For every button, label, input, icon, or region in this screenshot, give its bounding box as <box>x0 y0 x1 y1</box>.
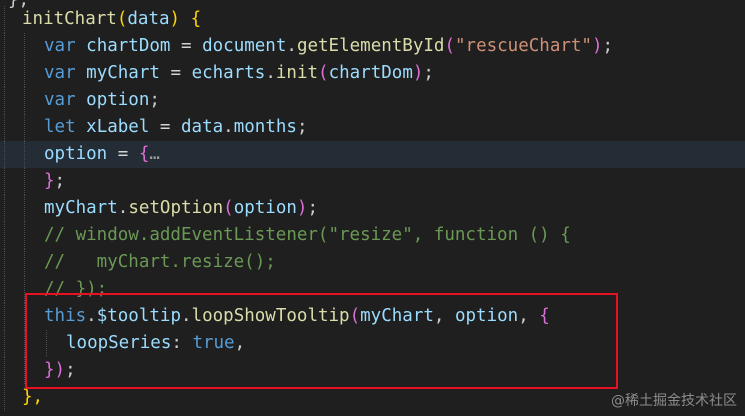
indent-guide <box>24 33 25 60</box>
code-line[interactable]: var chartDom = document.getElementById("… <box>0 33 745 60</box>
code-line-current[interactable]: option = {… <box>0 141 745 168</box>
code-line[interactable]: // }); <box>0 276 745 303</box>
indent-guide <box>4 141 5 168</box>
watermark: @稀土掘金技术社区 <box>611 393 737 409</box>
indent-guide <box>24 195 25 222</box>
function-name: initChart <box>22 9 117 29</box>
indent-guide <box>4 276 5 303</box>
code-line[interactable]: var option; <box>0 87 745 114</box>
code-line[interactable]: // myChart.resize(); <box>0 249 745 276</box>
boolean-literal: true <box>192 333 235 353</box>
code-editor[interactable]: }; initChart(data) { var chartDom = docu… <box>0 0 745 416</box>
code-line[interactable]: }; <box>0 168 745 195</box>
indent-guide <box>4 357 5 384</box>
indent-guide <box>4 168 5 195</box>
indent-guide <box>4 330 5 357</box>
code-line[interactable]: loopSeries: true, <box>0 330 745 357</box>
indent-guide <box>24 87 25 114</box>
indent-guide <box>4 195 5 222</box>
indent-guide <box>4 249 5 276</box>
indent-guide <box>4 222 5 249</box>
folded-region-icon[interactable]: … <box>149 144 160 164</box>
indent-guide <box>24 276 25 303</box>
indent-guide <box>4 87 5 114</box>
indent-guide <box>24 114 25 141</box>
code-line[interactable]: initChart(data) { <box>0 6 745 33</box>
string-literal: "rescueChart" <box>455 36 592 56</box>
code-line[interactable]: var myChart = echarts.init(chartDom); <box>0 60 745 87</box>
indent-guide <box>24 249 25 276</box>
indent-guide <box>24 303 25 330</box>
indent-guide <box>4 384 5 411</box>
comment: // }); <box>44 279 108 299</box>
code-line[interactable]: // window.addEventListener("resize", fun… <box>0 222 745 249</box>
indent-guide <box>24 141 25 168</box>
comment: // myChart.resize(); <box>44 252 276 272</box>
indent-guide <box>4 33 5 60</box>
indent-guide <box>24 168 25 195</box>
indent-guide <box>24 60 25 87</box>
indent-guide <box>46 330 47 357</box>
indent-guide <box>24 222 25 249</box>
param: data <box>127 9 170 29</box>
indent-guide <box>4 60 5 87</box>
code-line[interactable]: }); <box>0 357 745 384</box>
code-line[interactable]: myChart.setOption(option); <box>0 195 745 222</box>
code-line[interactable]: this.$tooltip.loopShowTooltip(myChart, o… <box>0 303 745 330</box>
indent-guide <box>4 303 5 330</box>
indent-guide <box>4 6 5 33</box>
indent-guide <box>24 330 25 357</box>
indent-guide <box>4 114 5 141</box>
comment: // window.addEventListener("resize", fun… <box>44 225 571 245</box>
code-line[interactable]: let xLabel = data.months; <box>0 114 745 141</box>
indent-guide <box>24 357 25 384</box>
